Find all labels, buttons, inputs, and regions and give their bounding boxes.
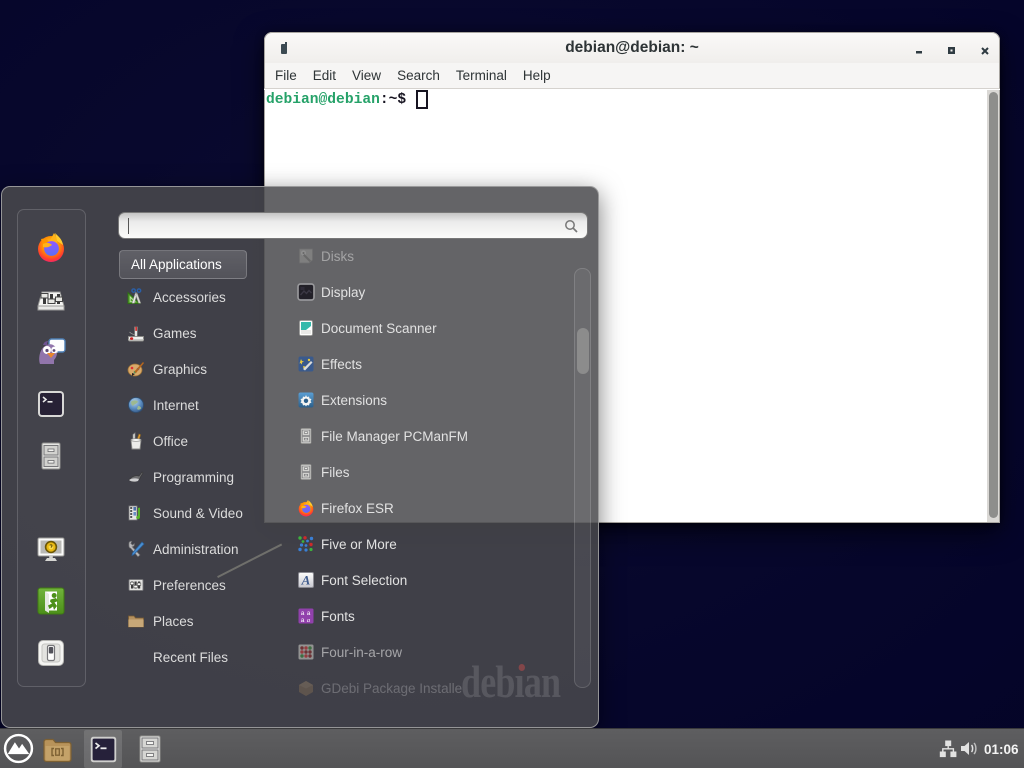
- svg-text:a: a: [307, 617, 310, 624]
- svg-text:a: a: [301, 617, 305, 624]
- svg-text:a: a: [301, 610, 305, 617]
- svg-text:a: a: [307, 610, 311, 617]
- svg-text:A: A: [301, 573, 311, 588]
